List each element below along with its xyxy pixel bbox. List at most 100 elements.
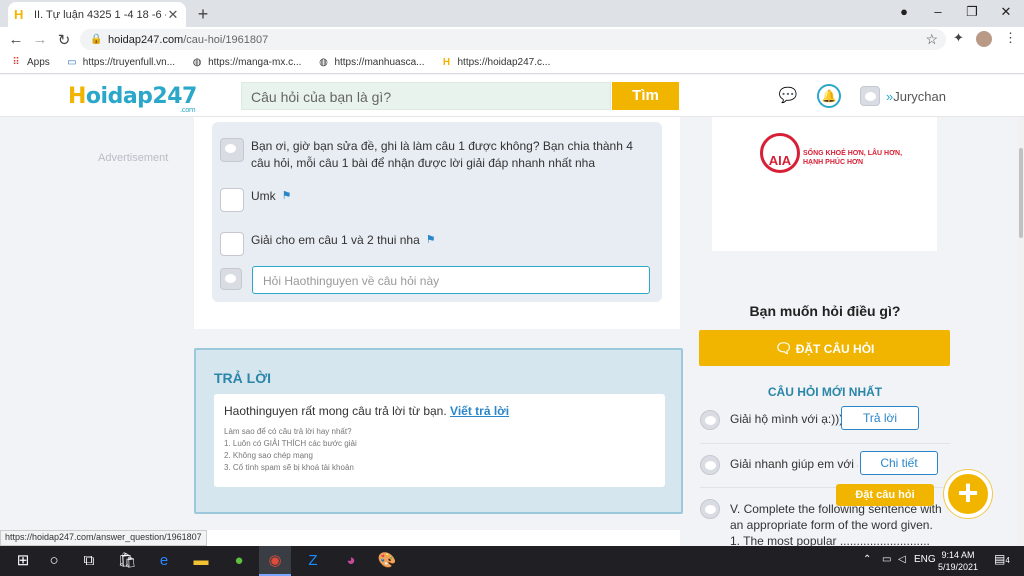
- question-text[interactable]: Giải nhanh giúp em với ạ: [730, 457, 858, 471]
- advertisement-label: Advertisement: [98, 152, 169, 164]
- floating-ask-label[interactable]: Đặt câu hỏi: [836, 484, 934, 506]
- bookmark-apps[interactable]: ⠿ Apps: [10, 57, 50, 69]
- globe-icon: ◍: [192, 56, 202, 68]
- tip-item: 2. Không sao chép mạng: [224, 451, 313, 460]
- commenter-avatar[interactable]: [220, 232, 244, 256]
- commenter-avatar[interactable]: [220, 138, 244, 162]
- hoidap247-logo[interactable]: Hoidap247 .com: [68, 84, 197, 114]
- scrollbar-thumb[interactable]: [1019, 148, 1023, 238]
- extensions-icon[interactable]: ✦: [953, 30, 964, 46]
- answer-button[interactable]: Trả lời: [841, 406, 919, 430]
- bookmark-label: https://truyenfull.vn...: [82, 57, 176, 68]
- bookmark-manhuasca[interactable]: ◍ https://manhuasca...: [317, 57, 424, 69]
- answer-heading: TRẢ LỜI: [214, 370, 272, 386]
- details-button[interactable]: Chi tiết: [860, 451, 938, 475]
- file-explorer-icon[interactable]: ▬: [190, 551, 212, 571]
- notification-count: 4: [1005, 556, 1010, 565]
- hoidap-favicon-icon: H: [442, 56, 451, 68]
- browser-tab[interactable]: H II. Tự luận 4325 1 -4 18 -6 -21 6 1 ✕: [8, 2, 186, 27]
- zalo-icon[interactable]: Z: [302, 551, 324, 571]
- windows-start-icon[interactable]: ⊞: [12, 551, 34, 571]
- answer-prompt: Haothinguyen rất mong câu trả lời từ bạn…: [224, 404, 447, 418]
- newest-question-item: Giải nhanh giúp em với ạ Chi tiết: [700, 451, 950, 481]
- user-avatar[interactable]: [860, 86, 880, 106]
- link-status-bubble: https://hoidap247.com/answer_question/19…: [0, 530, 207, 546]
- tray-chevron-icon[interactable]: ⌃: [863, 554, 871, 565]
- comment-item: Bạn ơi, giờ bạn sửa đề, ghi là làm câu 1…: [220, 138, 650, 172]
- bookmark-truyenfull[interactable]: ▭ https://truyenfull.vn...: [66, 57, 175, 69]
- clock-time: 9:14 AM: [941, 550, 975, 560]
- paint-icon[interactable]: 🎨: [376, 551, 398, 571]
- bookmark-star-icon[interactable]: ☆: [925, 31, 938, 48]
- search-button[interactable]: Tìm: [612, 82, 679, 110]
- tab-title: II. Tự luận 4325 1 -4 18 -6 -21 6 1: [34, 8, 166, 21]
- ask-question-button[interactable]: 🗨 ĐẶT CÂU HỎI: [699, 330, 950, 366]
- comment-input[interactable]: Hỏi Haothinguyen về câu hỏi này: [252, 266, 650, 294]
- bookmark-hoidap247[interactable]: Hhttps://hoidap247.c...: [441, 56, 551, 69]
- book-icon: ▭: [67, 56, 77, 68]
- restore-icon[interactable]: ❐: [962, 4, 982, 20]
- my-avatar: [220, 268, 242, 290]
- question-text[interactable]: V. Complete the following sentence with …: [730, 501, 942, 547]
- report-flag-icon[interactable]: ⚑: [282, 188, 292, 212]
- chrome-taskbar-icon[interactable]: ◉: [259, 546, 291, 576]
- profile-avatar-icon[interactable]: [976, 31, 992, 47]
- user-menu[interactable]: »Jurychan: [886, 89, 946, 104]
- answer-prompt-line: Haothinguyen rất mong câu trả lời từ bạn…: [224, 404, 655, 418]
- edge-icon[interactable]: e: [153, 551, 175, 571]
- floating-add-question-button[interactable]: +: [944, 470, 992, 518]
- close-window-icon[interactable]: ✕: [996, 4, 1016, 20]
- new-tab-icon[interactable]: +: [194, 4, 212, 25]
- ask-question-label: ĐẶT CÂU HỎI: [795, 342, 875, 356]
- answer-box: Haothinguyen rất mong câu trả lời từ bạn…: [214, 394, 665, 487]
- forward-icon[interactable]: →: [28, 31, 52, 48]
- bookmark-label: Apps: [27, 57, 50, 68]
- commenter-avatar[interactable]: [220, 188, 244, 212]
- lock-icon: 🔒: [90, 34, 103, 45]
- comment-item: Giải cho em câu 1 và 2 thui nha ⚑: [220, 232, 436, 256]
- comment-item: Umk ⚑: [220, 188, 292, 212]
- search-icon[interactable]: ○: [43, 551, 65, 571]
- report-flag-icon[interactable]: ⚑: [426, 232, 436, 256]
- answer-tips: Làm sao để có câu trả lời hay nhất? 1. L…: [224, 426, 655, 474]
- tip-item: 3. Cố tình spam sẽ bị khoá tài khoản: [224, 463, 354, 472]
- network-icon[interactable]: ▭: [882, 554, 891, 565]
- task-view-icon[interactable]: ⧉: [78, 551, 100, 571]
- clock[interactable]: 9:14 AM 5/19/2021: [938, 549, 978, 573]
- messenger-icon[interactable]: ◕: [340, 551, 362, 571]
- bookmark-label: https://hoidap247.c...: [457, 57, 551, 68]
- bookmarks-bar: ⠿ Apps ▭ https://truyenfull.vn... ◍ https:/…: [0, 52, 1024, 74]
- volume-icon[interactable]: ◁: [898, 554, 906, 565]
- asker-avatar[interactable]: [700, 455, 720, 475]
- language-indicator[interactable]: ENG: [914, 554, 936, 565]
- chrome-menu-icon[interactable]: ⋮: [1004, 30, 1017, 46]
- tips-title: Làm sao để có câu trả lời hay nhất?: [224, 427, 352, 436]
- app-icon[interactable]: ●: [228, 551, 250, 571]
- clock-date: 5/19/2021: [938, 562, 979, 572]
- notifications-icon[interactable]: ▤4: [994, 552, 1010, 566]
- answer-section: TRẢ LỜI Haothinguyen rất mong câu trả lờ…: [194, 348, 683, 514]
- messages-icon[interactable]: 💬: [778, 86, 798, 106]
- reload-icon[interactable]: ↻: [52, 31, 76, 49]
- back-icon[interactable]: ←: [4, 31, 28, 48]
- asker-avatar[interactable]: [700, 410, 720, 430]
- url-path: /cau-hoi/1961807: [183, 33, 269, 46]
- minimize-icon[interactable]: –: [928, 4, 948, 19]
- site-header: Hoidap247 .com Câu hỏi của bạn là gì? Tìm…: [0, 75, 1024, 117]
- newest-question-item: V. Complete the following sentence with …: [700, 499, 950, 547]
- globe-icon: ◍: [319, 56, 328, 68]
- profile-menu-icon[interactable]: ●: [894, 4, 914, 19]
- hoidap-favicon-icon: H: [14, 6, 24, 22]
- sidebar-advertisement[interactable]: AIA SỐNG KHOẺ HƠN, LÂU HƠN, HẠNH PHÚC HƠ…: [712, 117, 937, 251]
- search-input[interactable]: Câu hỏi của bạn là gì?: [241, 82, 611, 110]
- asker-avatar[interactable]: [700, 499, 720, 519]
- close-tab-icon[interactable]: ✕: [166, 7, 180, 23]
- browser-toolbar: ← → ↻ 🔒 hoidap247.com/cau-hoi/1961807 ☆: [0, 27, 1024, 52]
- tab-strip: H II. Tự luận 4325 1 -4 18 -6 -21 6 1 ✕ …: [0, 0, 1024, 27]
- write-answer-link[interactable]: Viết trả lời: [450, 404, 509, 418]
- bookmark-manga-mx[interactable]: ◍ https://manga-mx.c...: [191, 56, 302, 69]
- newest-question-item: Giải hộ mình với ạ:)))) Trả lời: [700, 406, 950, 436]
- store-icon[interactable]: 🛍: [116, 551, 138, 571]
- address-bar[interactable]: 🔒 hoidap247.com/cau-hoi/1961807 ☆: [80, 29, 946, 50]
- notification-bell-icon[interactable]: 🔔: [817, 84, 841, 108]
